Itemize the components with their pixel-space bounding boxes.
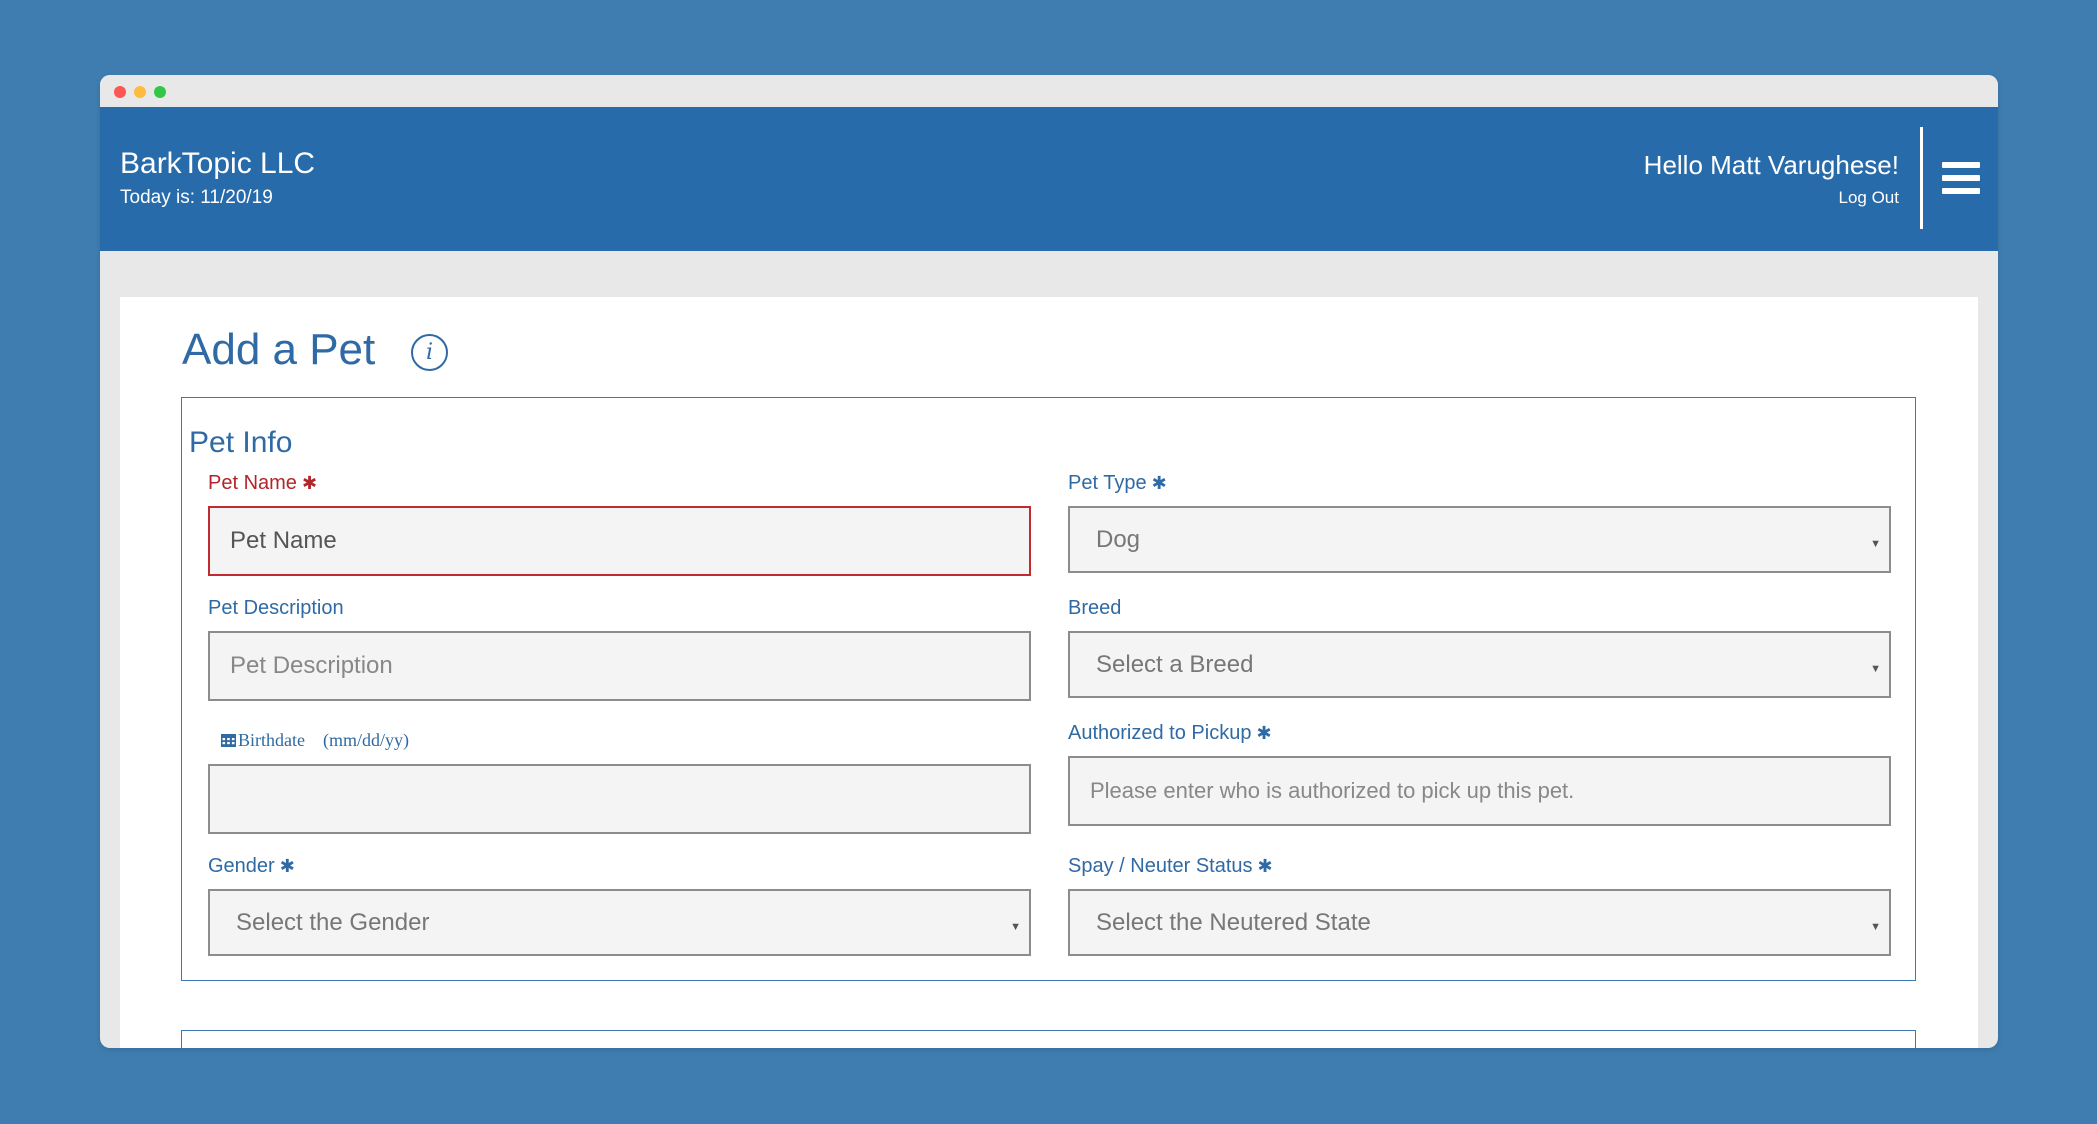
birthdate-label: Birthdate (mm/dd/yy) [221, 730, 409, 751]
dropdown-caret-icon: ▼ [1870, 663, 1881, 675]
pet-name-input[interactable] [208, 506, 1031, 576]
window-titlebar [100, 75, 1998, 107]
logout-link[interactable]: Log Out [1839, 188, 1900, 208]
info-icon[interactable]: i [411, 334, 448, 371]
maximize-window-button[interactable] [154, 86, 166, 98]
required-asterisk-icon: ✱ [1151, 473, 1167, 493]
neuter-status-select[interactable]: Select the Neutered State ▼ [1068, 889, 1891, 956]
gender-select[interactable]: Select the Gender ▼ [208, 889, 1031, 956]
section-title: Pet Info [189, 426, 293, 459]
next-section [181, 1030, 1916, 1048]
breed-select[interactable]: Select a Breed ▼ [1068, 631, 1891, 698]
required-asterisk-icon: ✱ [1257, 856, 1273, 876]
required-asterisk-icon: ✱ [279, 856, 295, 876]
user-greeting: Hello Matt Varughese! [1643, 150, 1899, 180]
birthdate-input[interactable] [208, 764, 1031, 834]
browser-window: BarkTopic LLC Today is: 11/20/19 Hello M… [100, 75, 1998, 1048]
calendar-icon [221, 734, 236, 747]
required-asterisk-icon: ✱ [1256, 723, 1272, 743]
today-date: Today is: 11/20/19 [120, 187, 273, 208]
close-window-button[interactable] [114, 86, 126, 98]
authorized-pickup-input[interactable] [1068, 756, 1891, 826]
pet-description-label: Pet Description [208, 597, 344, 619]
minimize-window-button[interactable] [134, 86, 146, 98]
pet-info-section: Pet Info Pet Name✱ Pet Description Birth… [181, 397, 1916, 981]
pet-type-label: Pet Type ✱ [1068, 472, 1167, 494]
neuter-status-label: Spay / Neuter Status ✱ [1068, 855, 1273, 877]
dropdown-caret-icon: ▼ [1010, 921, 1021, 933]
pet-type-select[interactable]: Dog ▼ [1068, 506, 1891, 573]
app-header: BarkTopic LLC Today is: 11/20/19 Hello M… [100, 107, 1998, 251]
required-asterisk-icon: ✱ [301, 473, 318, 493]
pet-name-label: Pet Name ✱ [208, 472, 318, 494]
gender-label: Gender ✱ [208, 855, 295, 877]
pet-description-input[interactable] [208, 631, 1031, 701]
authorized-pickup-label: Authorized to Pickup ✱ [1068, 722, 1272, 744]
hamburger-menu-icon[interactable] [1942, 162, 1982, 194]
breed-label: Breed [1068, 597, 1122, 619]
header-divider [1920, 127, 1923, 229]
company-name: BarkTopic LLC [120, 147, 316, 180]
main-card: Add a Pet i Pet Info Pet Name✱ Pet Descr… [120, 297, 1978, 1048]
page-title: Add a Pet [182, 325, 376, 374]
dropdown-caret-icon: ▼ [1870, 921, 1881, 933]
dropdown-caret-icon: ▼ [1870, 538, 1881, 550]
